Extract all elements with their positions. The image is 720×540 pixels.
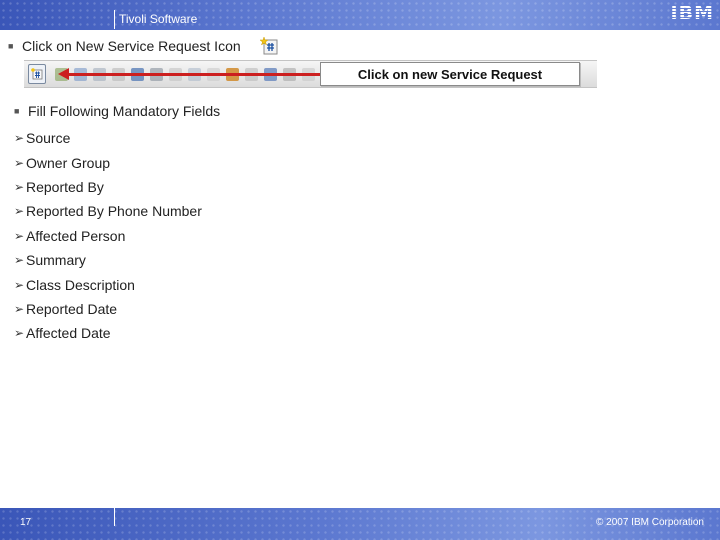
callout-label: Click on new Service Request [320,62,580,86]
list-item: ➢ Reported By [14,175,202,199]
chevron-right-icon: ➢ [14,179,25,194]
field-label: Reported Date [26,300,118,317]
step-1-text: Click on New Service Request Icon [22,38,241,54]
chevron-right-icon: ➢ [14,277,25,292]
field-label: Affected Date [26,325,111,342]
list-item: ➢ Affected Date [14,321,202,345]
chevron-right-icon: ➢ [14,301,25,316]
list-item: ➢ Source [14,126,202,150]
list-item: ➢ Affected Person [14,224,202,248]
brand-title: Tivoli Software [119,12,198,26]
chevron-right-icon: ➢ [14,228,25,243]
new-service-request-icon[interactable] [28,64,46,84]
page-number: 17 [20,517,32,528]
copyright-text: © 2007 IBM Corporation [596,517,704,528]
pointer-arrow-line [68,73,348,76]
header-pattern [0,0,720,30]
chevron-right-icon: ➢ [14,326,25,341]
bullet-icon: ■ [8,41,14,51]
field-label: Summary [26,252,86,269]
chevron-right-icon: ➢ [14,131,25,146]
list-item: ➢ Summary [14,248,202,272]
list-item: ➢ Class Description [14,272,202,296]
step-1-line: ■ Click on New Service Request Icon [8,38,241,54]
step-2-line: ■ Fill Following Mandatory Fields [14,103,220,119]
field-label: Affected Person [26,227,126,244]
chevron-right-icon: ➢ [14,204,25,219]
toolbar-screenshot: Click on new Service Request [24,60,597,88]
footer-band: 17 © 2007 IBM Corporation [0,508,720,540]
mandatory-field-list: ➢ Source ➢ Owner Group ➢ Reported By ➢ Repor… [14,126,202,346]
list-item: ➢ Owner Group [14,150,202,174]
field-label: Source [26,130,71,147]
chevron-right-icon: ➢ [14,155,25,170]
footer-divider [114,508,115,526]
field-label: Class Description [26,276,135,293]
step-2-text: Fill Following Mandatory Fields [28,103,221,119]
new-service-request-icon[interactable] [259,36,280,56]
header-divider [114,10,115,29]
list-item: ➢ Reported Date [14,297,202,321]
field-label: Owner Group [26,154,111,171]
list-item: ➢ Reported By Phone Number [14,199,202,223]
field-label: Reported By Phone Number [26,203,202,220]
chevron-right-icon: ➢ [14,253,25,268]
ibm-logo: IBM [664,3,714,23]
bullet-icon: ■ [14,106,20,116]
header-band: Tivoli Software IBM [0,0,720,30]
field-label: Reported By [26,178,104,195]
arrow-left-icon [58,68,69,80]
